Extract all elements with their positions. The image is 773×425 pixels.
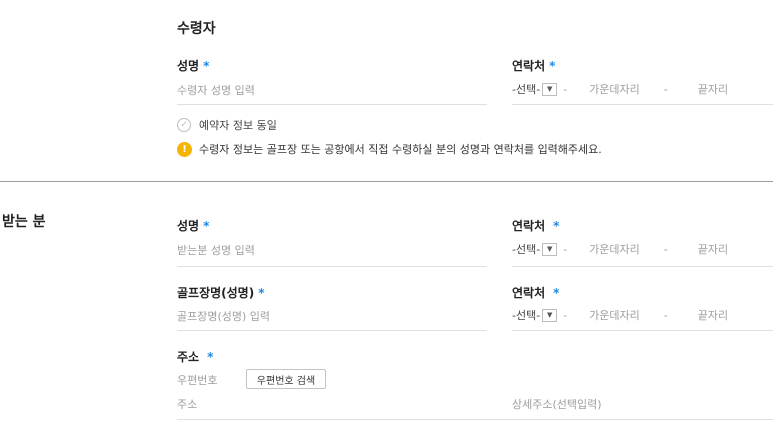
receiver-contact-label: 연락처 *	[512, 217, 559, 234]
required-star: *	[203, 59, 210, 73]
required-star: *	[553, 286, 560, 300]
address-label-text: 주소	[177, 350, 200, 364]
address-input[interactable]: 주소	[177, 396, 477, 412]
address-label: 주소 *	[177, 348, 213, 365]
required-star: *	[207, 350, 214, 364]
check-circle-icon[interactable]: ✓	[177, 118, 191, 132]
address-underline	[177, 419, 773, 420]
recipient-phone-row: -선택- ▼ - 가운데자리 - 끝자리	[512, 81, 728, 97]
receiver-name-input[interactable]: 받는분 성명 입력	[177, 242, 487, 260]
receiver-contact2-underline	[512, 330, 773, 331]
phone-prefix-select[interactable]: -선택-	[512, 81, 540, 97]
phone-dash: -	[663, 308, 668, 322]
same-as-booker-label: 예약자 정보 동일	[199, 119, 277, 132]
required-star: *	[203, 219, 210, 233]
golf-name-input[interactable]: 골프장명(성명) 입력	[177, 308, 487, 326]
required-star: *	[258, 286, 265, 300]
recipient-info-note: ! 수령자 정보는 골프장 또는 공항에서 직접 수령하실 분의 성명과 연락처…	[177, 141, 602, 157]
recipient-contact-underline	[512, 104, 773, 105]
recipient-name-label: 성명 *	[177, 57, 209, 74]
phone-last-input[interactable]: 끝자리	[698, 307, 728, 323]
receiver-name-label: 성명 *	[177, 217, 209, 234]
chevron-down-icon[interactable]: ▼	[542, 82, 558, 96]
phone-prefix-select[interactable]: -선택-	[512, 241, 540, 257]
phone-dash: -	[663, 242, 668, 256]
required-star: *	[549, 59, 556, 73]
phone-last-input[interactable]: 끝자리	[698, 81, 728, 97]
receiver-phone-row: -선택- ▼ - 가운데자리 - 끝자리	[512, 241, 728, 257]
receiver-contact-label-text: 연락처	[512, 219, 546, 233]
receiver-contact2-label: 연락처 *	[512, 284, 559, 301]
receiver-section-title: 받는 분	[2, 214, 46, 230]
same-as-booker-checkbox[interactable]: ✓ 예약자 정보 동일	[177, 117, 277, 133]
required-star: *	[553, 219, 560, 233]
phone-dash: -	[663, 82, 668, 96]
receiver-contact-underline	[512, 266, 773, 267]
phone-dash: -	[563, 242, 568, 256]
info-icon: !	[177, 141, 192, 157]
chevron-down-icon[interactable]: ▼	[542, 242, 558, 256]
phone-dash: -	[563, 82, 568, 96]
recipient-name-input[interactable]: 수령자 성명 입력	[177, 82, 487, 100]
golf-name-underline	[177, 330, 487, 331]
golf-name-label-text: 골프장명(성명)	[177, 286, 255, 300]
phone-prefix-select[interactable]: -선택-	[512, 307, 540, 323]
recipient-contact-label-text: 연락처	[512, 59, 546, 73]
phone-middle-input[interactable]: 가운데자리	[589, 307, 640, 323]
recipient-name-underline	[177, 104, 487, 105]
recipient-section-title: 수령자	[177, 21, 216, 37]
receiver-phone2-row: -선택- ▼ - 가운데자리 - 끝자리	[512, 307, 728, 323]
receiver-name-underline	[177, 266, 487, 267]
receiver-name-label-text: 성명	[177, 219, 200, 233]
recipient-contact-label: 연락처 *	[512, 57, 555, 74]
section-divider	[0, 181, 773, 182]
zipcode-input[interactable]: 우편번호	[177, 372, 217, 388]
phone-dash: -	[563, 308, 568, 322]
receiver-contact2-label-text: 연락처	[512, 286, 546, 300]
golf-name-label: 골프장명(성명) *	[177, 284, 265, 301]
phone-last-input[interactable]: 끝자리	[698, 241, 728, 257]
chevron-down-icon[interactable]: ▼	[542, 308, 558, 322]
recipient-name-label-text: 성명	[177, 59, 200, 73]
zipcode-search-button[interactable]: 우편번호 검색	[246, 369, 326, 389]
detail-address-input[interactable]: 상세주소(선택입력)	[512, 396, 767, 412]
phone-middle-input[interactable]: 가운데자리	[589, 81, 640, 97]
recipient-info-text: 수령자 정보는 골프장 또는 공항에서 직접 수령하실 분의 성명과 연락처를 …	[199, 143, 602, 156]
phone-middle-input[interactable]: 가운데자리	[589, 241, 640, 257]
